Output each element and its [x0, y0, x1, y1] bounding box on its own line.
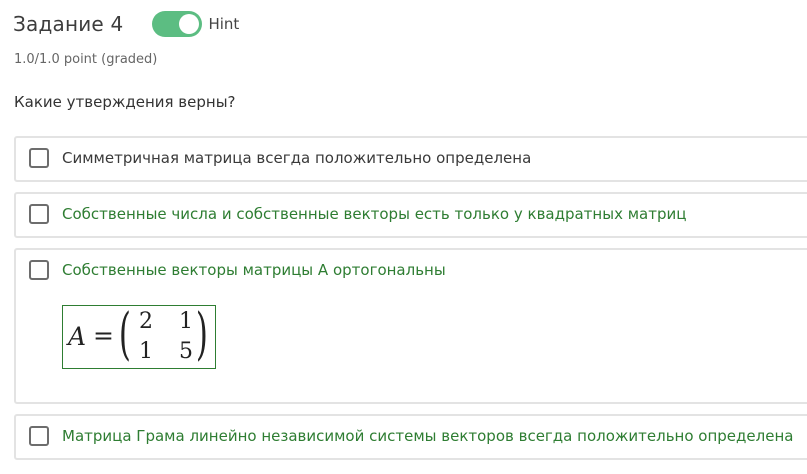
- formula-left-paren: (: [118, 302, 131, 367]
- option-3[interactable]: Собственные векторы матрицы A ортогональ…: [14, 248, 807, 404]
- option-label: Симметричная матрица всегда положительно…: [62, 149, 532, 167]
- matrix-cell: 5: [179, 339, 193, 364]
- toggle-knob: [179, 14, 200, 34]
- formula-right-paren: ): [195, 302, 208, 367]
- formula-equals: =: [93, 321, 114, 350]
- hint-label: Hint: [208, 15, 240, 33]
- option-2[interactable]: Собственные числа и собственные векторы …: [14, 192, 807, 238]
- question-text: Какие утверждения верны?: [14, 93, 236, 111]
- option-checkbox[interactable]: [29, 148, 49, 168]
- problem-header: Задание 4 Hint: [13, 9, 239, 39]
- option-checkbox[interactable]: [29, 260, 49, 280]
- problem-title: Задание 4: [13, 12, 124, 36]
- matrix-cell: 1: [139, 339, 153, 364]
- option-checkbox[interactable]: [29, 426, 49, 446]
- option-checkbox[interactable]: [29, 204, 49, 224]
- option-label: Собственные числа и собственные векторы …: [62, 205, 687, 223]
- hint-toggle[interactable]: [152, 11, 203, 37]
- formula-lhs: A: [68, 322, 87, 351]
- option-label: Собственные векторы матрицы A ортогональ…: [62, 261, 446, 279]
- option-4[interactable]: Матрица Грама линейно независимой систем…: [14, 414, 807, 460]
- option-1[interactable]: Симметричная матрица всегда положительно…: [14, 136, 807, 182]
- points-text: 1.0/1.0 point (graded): [14, 52, 158, 67]
- option-label: Матрица Грама линейно независимой систем…: [62, 427, 794, 445]
- matrix-cell: 1: [179, 309, 193, 334]
- matrix-cell: 2: [139, 309, 153, 334]
- matrix-formula: A = ( 2 1 1 5 ): [62, 305, 216, 369]
